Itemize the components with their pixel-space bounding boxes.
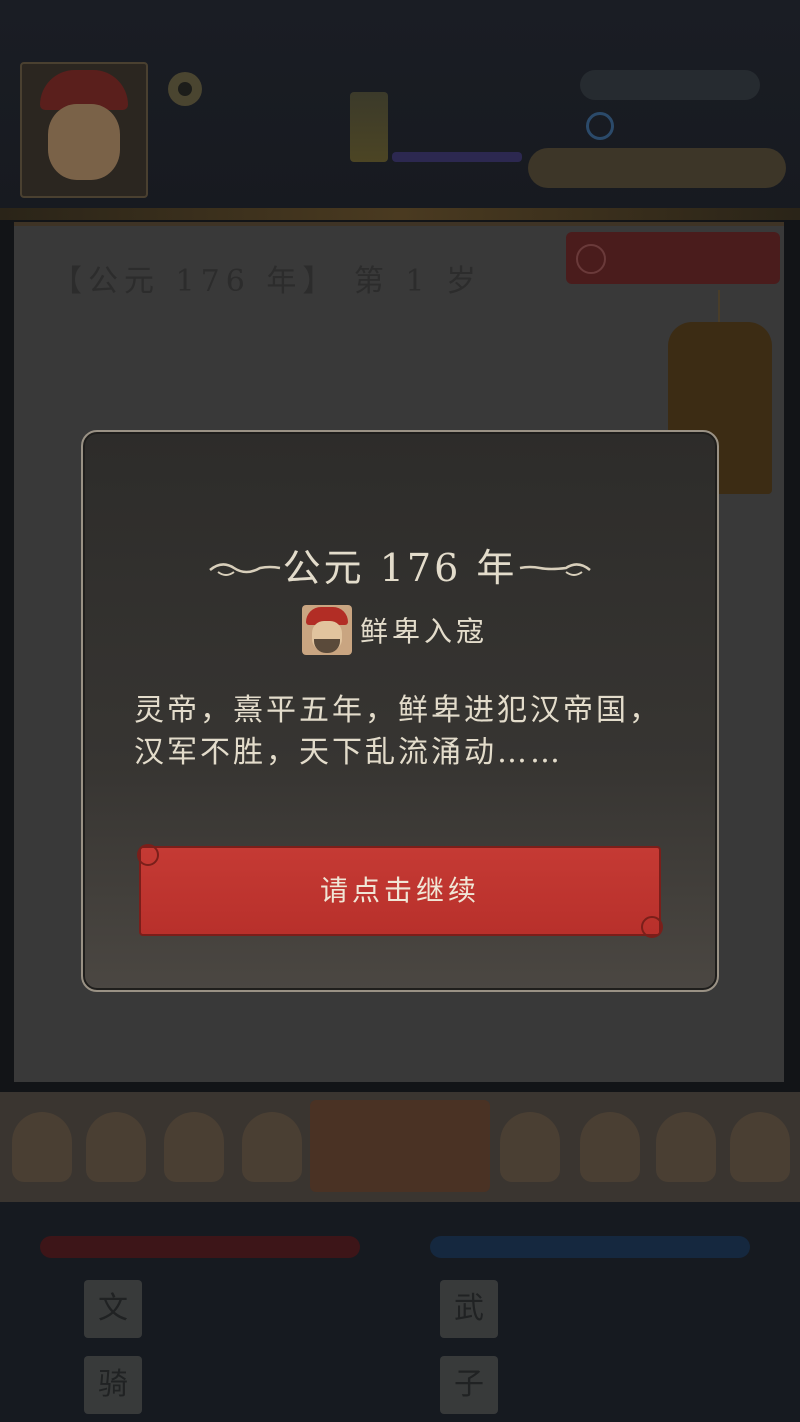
event-description: 灵帝，熹平五年，鲜卑进犯汉帝国，汉军不胜，天下乱流涌动……: [134, 693, 662, 770]
corner-ornament-icon: [137, 844, 159, 866]
corner-ornament-icon: [641, 916, 663, 938]
dialog-title: 公元 176 年: [282, 546, 518, 590]
continue-button[interactable]: 请点击继续: [137, 844, 663, 938]
event-subtitle: 鲜卑入寇: [302, 604, 488, 656]
event-title: 鲜卑入寇: [360, 615, 489, 648]
right-swirl-ornament-icon: [519, 563, 591, 576]
continue-label: 请点击继续: [319, 874, 480, 907]
game-screen: 【公元 176 年】 第 1 岁 文 武 骑 子 公元 176 年 鲜卑入寇 灵…: [0, 0, 800, 1422]
dialog-title-row: 公元 176 年: [0, 538, 800, 598]
event-portrait-icon: [302, 605, 352, 655]
